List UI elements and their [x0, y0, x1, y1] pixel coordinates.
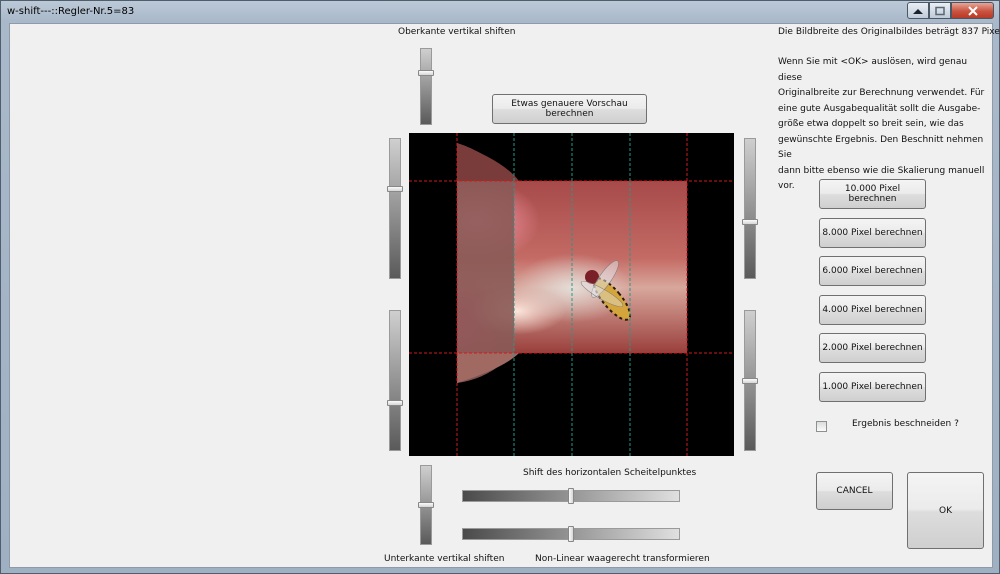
- horizontal-vertex-slider[interactable]: [462, 488, 680, 504]
- title-bar[interactable]: w-shift---::Regler-Nr.5=83: [1, 1, 1000, 23]
- horizontal-vertex-slider-thumb[interactable]: [568, 488, 574, 504]
- nonlinear-transform-label: Non-Linear waagerecht transformieren: [535, 554, 710, 564]
- left-lower-slider-thumb[interactable]: [387, 400, 403, 406]
- top-edge-shift-label: Oberkante vertikal shiften: [398, 27, 516, 37]
- window-title: w-shift---::Regler-Nr.5=83: [7, 6, 135, 17]
- info-line: eine gute Ausgabequalität sollt die Ausg…: [778, 103, 981, 114]
- compute-8000-button[interactable]: 8.000 Pixel berechnen: [819, 218, 926, 248]
- compute-1000-button[interactable]: 1.000 Pixel berechnen: [819, 372, 926, 402]
- left-upper-slider[interactable]: [387, 138, 403, 279]
- compute-2000-button[interactable]: 2.000 Pixel berechnen: [819, 333, 926, 363]
- horizontal-vertex-shift-label: Shift des horizontalen Scheitelpunktes: [523, 468, 697, 478]
- close-button[interactable]: [951, 2, 994, 19]
- close-icon: [967, 5, 978, 16]
- minimize-button[interactable]: [907, 2, 929, 19]
- left-upper-slider-thumb[interactable]: [387, 186, 403, 192]
- window-frame: w-shift---::Regler-Nr.5=83 Oberkante ver…: [0, 0, 1000, 574]
- info-line: Originalbreite zur Berechnung verwendet.…: [778, 88, 985, 98]
- info-line: Wenn Sie mit <OK> auslösen, wird genau d…: [778, 57, 968, 83]
- cancel-button[interactable]: CANCEL: [816, 472, 893, 510]
- bottom-edge-slider-thumb[interactable]: [418, 502, 434, 508]
- bottom-edge-shift-label: Unterkante vertikal shiften: [384, 554, 505, 564]
- right-upper-slider[interactable]: [742, 138, 758, 279]
- right-upper-slider-thumb[interactable]: [742, 219, 758, 225]
- right-lower-slider[interactable]: [742, 310, 758, 451]
- ok-button[interactable]: OK: [907, 472, 984, 549]
- info-paragraph: Wenn Sie mit <OK> auslösen, wird genau d…: [778, 55, 992, 195]
- photo-warp-bottom: [457, 353, 519, 383]
- nonlinear-slider-thumb[interactable]: [568, 526, 574, 542]
- top-edge-slider[interactable]: [418, 48, 434, 125]
- dialog-client-area: Oberkante vertikal shiften Etwas genauer…: [9, 23, 1000, 568]
- preview-compute-button[interactable]: Etwas genauere Vorschau berechnen: [492, 94, 647, 124]
- original-width-info: Die Bildbreite des Originalbildes beträg…: [778, 27, 1000, 37]
- right-lower-slider-thumb[interactable]: [742, 378, 758, 384]
- photo-warp-top: [457, 143, 519, 181]
- compute-6000-button[interactable]: 6.000 Pixel berechnen: [819, 256, 926, 286]
- compute-10000-button[interactable]: 10.000 Pixel berechnen: [819, 179, 926, 209]
- minimize-icon: [913, 8, 923, 14]
- compute-4000-button[interactable]: 4.000 Pixel berechnen: [819, 295, 926, 325]
- preview-grid-overlay: [409, 133, 734, 456]
- left-lower-slider[interactable]: [387, 310, 403, 451]
- crop-result-checkbox[interactable]: [816, 421, 827, 432]
- bottom-edge-slider[interactable]: [418, 465, 434, 545]
- info-line: größe etwa doppelt so breit sein, wie da…: [778, 119, 964, 129]
- info-line: gewünschte Ergebnis. Den Beschnitt nehme…: [778, 134, 984, 161]
- maximize-button[interactable]: [929, 2, 951, 19]
- top-edge-slider-thumb[interactable]: [418, 70, 434, 76]
- nonlinear-slider[interactable]: [462, 526, 680, 542]
- maximize-icon: [935, 6, 945, 15]
- preview-canvas[interactable]: [409, 133, 734, 456]
- crop-result-label: Ergebnis beschneiden ?: [852, 419, 959, 429]
